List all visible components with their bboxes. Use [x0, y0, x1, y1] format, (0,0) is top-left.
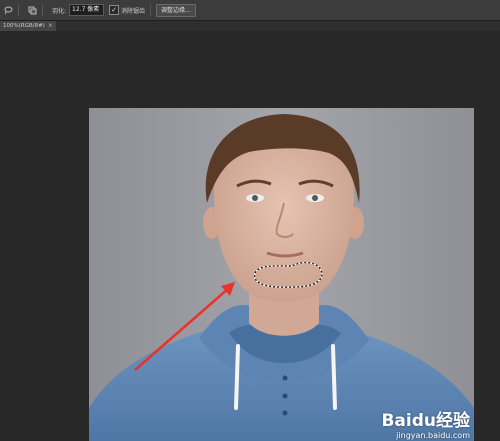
lasso-tool-icon[interactable]: [3, 5, 13, 15]
watermark-url: jingyan.baidu.com: [396, 431, 470, 440]
watermark-brand: Baidu经验: [381, 411, 470, 431]
options-bar: 羽化: 12.7 像素 ✓ 消除锯齿 调整边缘...: [0, 0, 500, 21]
anti-alias-label: 消除锯齿: [121, 7, 146, 15]
document-tab-label: 100%(RGB/8#): [3, 23, 45, 29]
close-tab-icon[interactable]: ×: [48, 21, 53, 31]
canvas-area[interactable]: Baidu经验 jingyan.baidu.com: [0, 31, 500, 441]
baidu-watermark: Baidu经验 jingyan.baidu.com: [381, 406, 470, 440]
refine-edge-button[interactable]: 调整边缘...: [156, 3, 196, 17]
anti-alias-checkbox[interactable]: ✓: [109, 5, 120, 15]
feather-input[interactable]: 12.7 像素: [69, 4, 105, 16]
photoshop-window: 羽化: 12.7 像素 ✓ 消除锯齿 调整边缘... 100%(RGB/8#) …: [0, 0, 500, 441]
document-tab[interactable]: 100%(RGB/8#) ×: [0, 21, 56, 31]
feather-label: 羽化:: [52, 7, 67, 15]
new-selection-icon[interactable]: [27, 5, 37, 15]
toolbar-divider: [150, 4, 152, 16]
toolbar-divider: [42, 4, 43, 16]
portrait-photo: [89, 108, 474, 441]
document-tab-bar: 100%(RGB/8#) ×: [0, 21, 500, 31]
toolbar-divider: [18, 4, 19, 16]
photo-canvas[interactable]: Baidu经验 jingyan.baidu.com: [89, 108, 474, 441]
